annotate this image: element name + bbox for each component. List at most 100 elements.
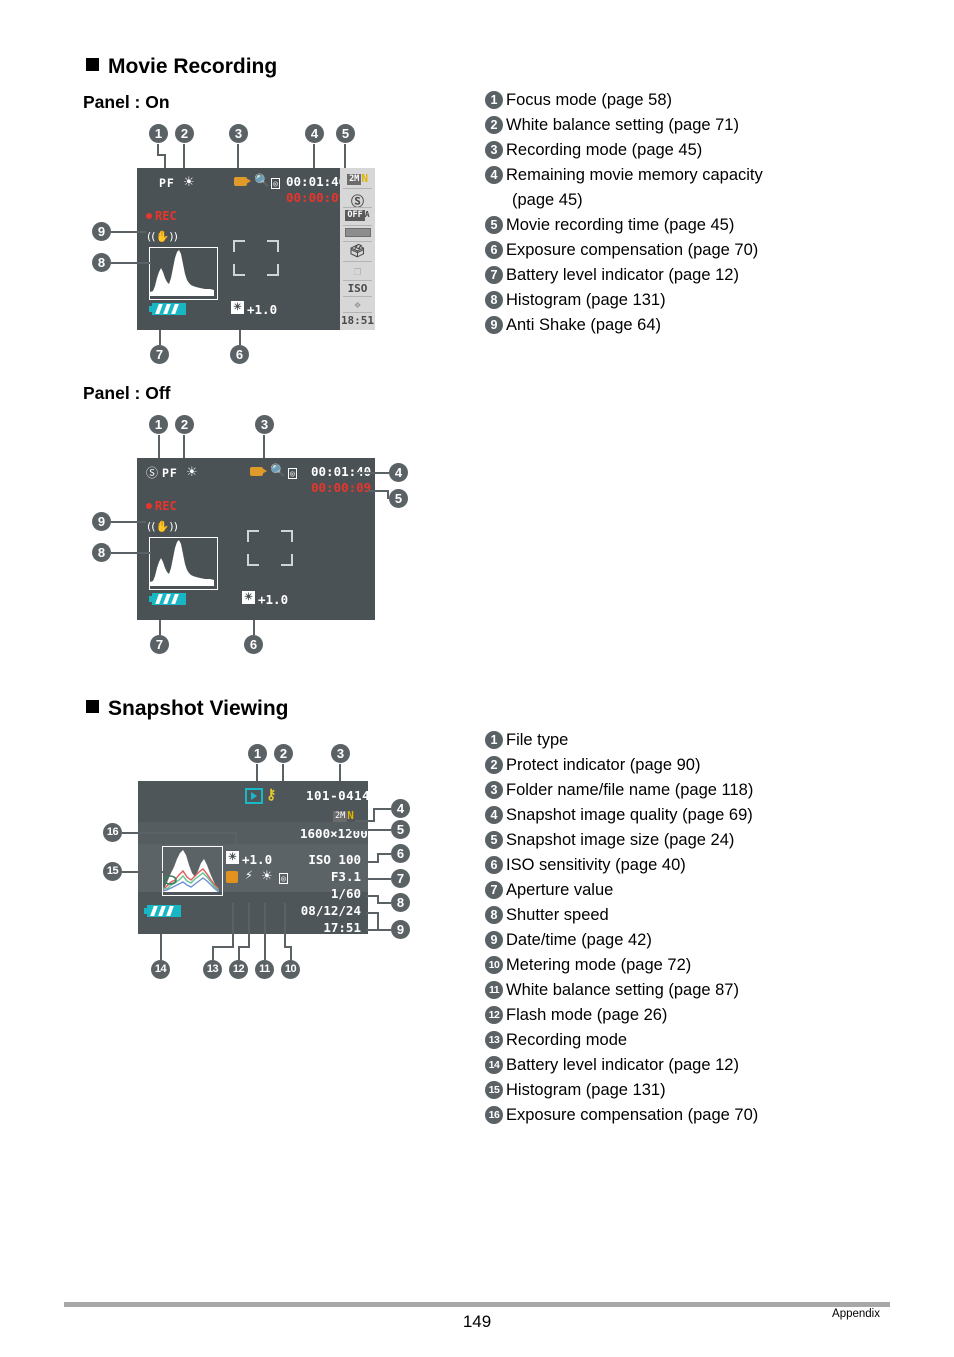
leader-line-snap-1: [256, 764, 258, 782]
legend-item: 4 Snapshot image quality (page 69): [485, 803, 885, 828]
callout-snap-13: 13: [203, 960, 222, 979]
battery-level-indicator: [149, 593, 186, 605]
recording-mode-movie-icon: [250, 467, 267, 476]
leader-line-snap-6c: [377, 853, 391, 855]
legend-item: 7 Aperture value: [485, 878, 885, 903]
callout-6: 6: [230, 345, 249, 364]
leader-line-snap-13a: [232, 903, 234, 947]
side-panel-self-timer: OFF A: [345, 210, 370, 221]
leader-line-snap-9c: [366, 929, 391, 931]
legend-movie-recording: 1 Focus mode (page 58) 2 White balance set…: [485, 88, 885, 338]
legend-item: 2 Protect indicator (page 90): [485, 753, 885, 778]
anti-shake-icon: ((✋)): [147, 230, 178, 243]
side-panel-face-detection-icon: 🗳: [349, 244, 366, 259]
bullet-square-icon: [86, 700, 99, 713]
legend-item-continuation: (page 45): [512, 191, 583, 209]
exposure-compensation-value: +1.0: [258, 592, 289, 607]
callout-3: 3: [229, 124, 248, 143]
legend-item: 12 Flash mode (page 26): [485, 1003, 885, 1028]
callout-9: 9: [92, 222, 111, 241]
legend-item: 1 Focus mode (page 58): [485, 88, 885, 113]
callout-off-6: 6: [244, 635, 263, 654]
exposure-compensation-icon: ☀: [226, 851, 239, 864]
side-panel-easy-mode-icon: ❖: [354, 298, 361, 311]
callout-snap-4: 4: [391, 799, 410, 818]
callout-8: 8: [92, 253, 111, 272]
callout-snap-15: 15: [103, 862, 122, 881]
side-panel-continuous-shutter-icon: ❐: [353, 264, 362, 279]
camera-screen-panel-off: Ⓢ PF ☀ 🔍 ◎ 00:01:40 00:00:09 REC ((✋)) ☀…: [137, 458, 375, 620]
callout-off-4: 4: [389, 463, 408, 482]
page-number: 149: [462, 1312, 492, 1331]
protect-key-icon: ⚷: [266, 786, 277, 802]
camera-screen-snapshot: ⚷ 101-0414 2M N 1600×1200 ☀ +1.0 ISO 100 …: [138, 781, 370, 935]
focus-mode-indicator: PF: [162, 466, 178, 480]
battery-level-indicator: [149, 303, 186, 315]
leader-line-snap-16b: [235, 832, 237, 850]
legend-item: 2 White balance setting (page 71): [485, 113, 885, 138]
callout-off-8: 8: [92, 543, 111, 562]
shutter-speed: 1/60: [330, 886, 361, 901]
exposure-compensation-icon: ☀: [242, 591, 255, 604]
legend-item: 10 Metering mode (page 72): [485, 953, 885, 978]
side-panel-iso-label: ISO: [347, 282, 368, 295]
legend-item: 14 Battery level indicator (page 12): [485, 1053, 885, 1078]
recording-mode-movie-icon: [234, 177, 251, 186]
autofocus-frame-icon: [247, 530, 293, 566]
leader-line-snap-7: [366, 878, 391, 880]
focus-mode-indicator: PF: [159, 176, 175, 190]
legend-item: 13 Recording mode: [485, 1028, 885, 1053]
callout-snap-1: 1: [248, 744, 267, 763]
callout-snap-11: 11: [255, 960, 274, 979]
leader-line-off-6: [253, 620, 255, 635]
callout-snap-16: 16: [103, 823, 122, 842]
file-type-play-icon: [245, 788, 263, 804]
image-quality-size-tags: 2M N: [333, 809, 354, 822]
legend-item: 16 Exposure compensation (page 70): [485, 1103, 885, 1128]
callout-snap-2: 2: [274, 744, 293, 763]
legend-item: 3 Folder name/file name (page 118): [485, 778, 885, 803]
callout-snap-7: 7: [391, 869, 410, 888]
callout-snap-14: 14: [151, 960, 170, 979]
metering-mode-icon: ◎: [288, 468, 297, 479]
leader-line-off-1: [158, 435, 160, 460]
legend-item: 15 Histogram (page 131): [485, 1078, 885, 1103]
legend-item: 3 Recording mode (page 45): [485, 138, 885, 163]
legend-item: 8 Shutter speed: [485, 903, 885, 928]
leader-line-snap-12a: [248, 903, 250, 947]
section-heading-movie-recording: Movie Recording: [86, 55, 277, 79]
leader-line-snap-13b: [213, 946, 234, 948]
legend-item: 5 Snapshot image size (page 24): [485, 828, 885, 853]
white-balance-sun-icon: ☀: [261, 868, 273, 883]
subheading-panel-off: Panel : Off: [83, 383, 171, 403]
callout-off-2: 2: [175, 415, 194, 434]
leader-line-snap-9b: [377, 912, 379, 930]
rec-dot-icon: [146, 213, 152, 219]
leader-line-snap-12c: [238, 946, 240, 960]
leader-line-9: [111, 231, 146, 233]
leader-line-snap-3: [339, 764, 341, 782]
callout-snap-6: 6: [391, 844, 410, 863]
leader-line-6: [239, 330, 241, 345]
callout-5: 5: [336, 124, 355, 143]
leader-line-off-7: [159, 620, 161, 635]
leader-line-4: [313, 144, 315, 168]
iso-sensitivity: ISO 100: [308, 852, 361, 867]
white-balance-sun-icon: ☀: [186, 464, 198, 479]
manual-page: Movie Recording Panel : On 1 2 3 4 5 PF …: [0, 0, 954, 1357]
legend-item: 5 Movie recording time (page 45): [485, 213, 885, 238]
callout-7: 7: [150, 345, 169, 364]
capture-time: 17:51: [323, 920, 361, 935]
flash-mode-icon: ⚡: [245, 868, 253, 883]
flash-off-icon: Ⓢ: [146, 466, 159, 480]
callout-4: 4: [305, 124, 324, 143]
leader-line-1c: [164, 154, 166, 168]
zoom-magnifier-icon: 🔍: [254, 174, 271, 189]
callout-snap-8: 8: [391, 893, 410, 912]
rec-label: REC: [155, 499, 177, 513]
callout-off-7: 7: [150, 635, 169, 654]
leader-line-off-8: [111, 552, 151, 554]
leader-line-off-9: [111, 521, 146, 523]
battery-level-indicator: [144, 905, 181, 917]
metering-mode-icon: ◎: [279, 873, 288, 884]
